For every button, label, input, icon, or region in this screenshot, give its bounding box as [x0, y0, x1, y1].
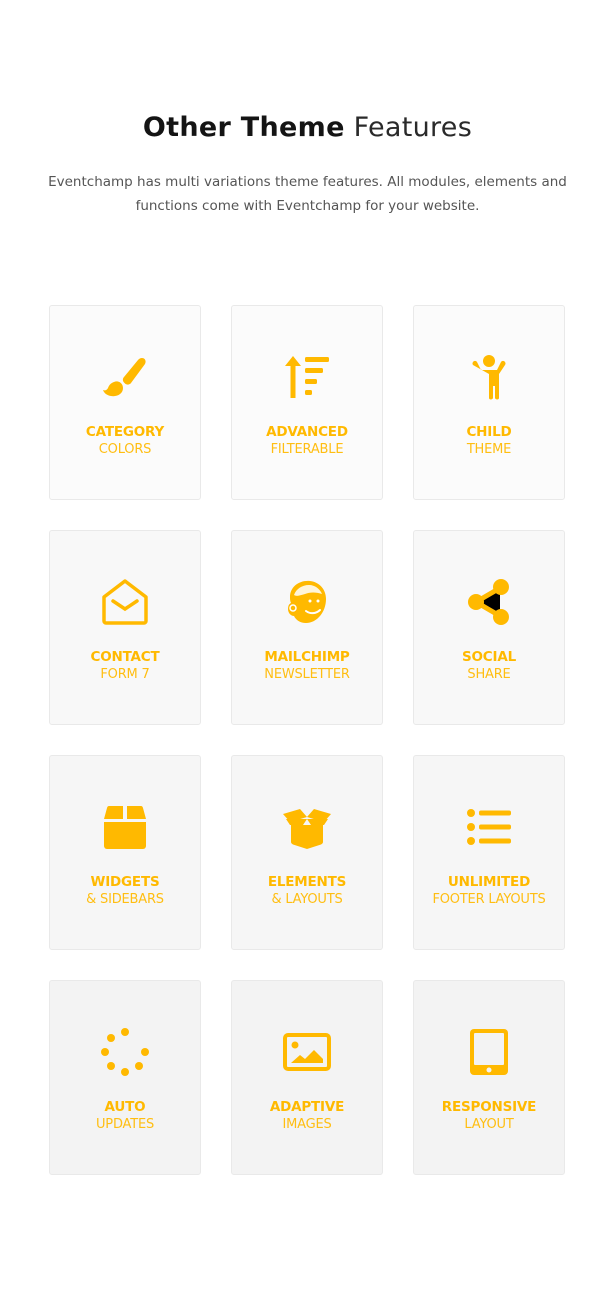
feature-subtitle: Images [282, 1117, 332, 1132]
feature-card-mailchimp-newsletter[interactable]: Mailchimp Newsletter [231, 530, 383, 725]
feature-subtitle: Form 7 [100, 667, 150, 682]
box-icon [100, 802, 150, 852]
title-light: Features [353, 112, 473, 143]
image-icon [282, 1027, 332, 1077]
feature-subtitle: Filterable [270, 442, 344, 457]
box-open-icon [282, 802, 332, 852]
feature-card-widgets-sidebars[interactable]: Widgets & Sidebars [49, 755, 201, 950]
features-grid: Category Colors Advanced Filterable Chil… [49, 305, 565, 1175]
feature-title: Responsive [441, 1099, 537, 1115]
feature-title: Child [466, 424, 512, 440]
feature-title: Unlimited [447, 874, 531, 890]
feature-card-child-theme[interactable]: Child Theme [413, 305, 565, 500]
feature-title: Advanced [266, 424, 348, 440]
paint-brush-icon [100, 352, 150, 402]
feature-card-category-colors[interactable]: Category Colors [49, 305, 201, 500]
feature-subtitle: Footer Layouts [432, 892, 546, 907]
subtitle-line-2: functions come with Eventchamp for your … [135, 198, 480, 214]
feature-title: Adaptive [269, 1099, 345, 1115]
feature-subtitle: Theme [466, 442, 512, 457]
feature-subtitle: Colors [98, 442, 152, 457]
feature-subtitle: Share [467, 667, 511, 682]
page-title: Other Theme Features [0, 112, 615, 143]
feature-card-auto-updates[interactable]: Auto Updates [49, 980, 201, 1175]
subtitle-line-1: Eventchamp has multi variations theme fe… [48, 174, 567, 190]
feature-title: Category [85, 424, 165, 440]
child-icon [464, 352, 514, 402]
sort-filter-icon [282, 352, 332, 402]
feature-subtitle: Newsletter [264, 667, 350, 682]
feature-title: Elements [267, 874, 347, 890]
feature-subtitle: Updates [95, 1117, 155, 1132]
feature-card-responsive-layout[interactable]: Responsive Layout [413, 980, 565, 1175]
feature-title: Social [462, 649, 516, 665]
mailchimp-icon [282, 577, 332, 627]
tablet-icon [464, 1027, 514, 1077]
spinner-icon [100, 1027, 150, 1077]
page-subtitle: Eventchamp has multi variations theme fe… [20, 170, 595, 218]
feature-card-elements-layouts[interactable]: Elements & Layouts [231, 755, 383, 950]
title-bold: Other Theme [142, 112, 345, 143]
feature-card-adaptive-images[interactable]: Adaptive Images [231, 980, 383, 1175]
envelope-open-icon [100, 577, 150, 627]
feature-card-advanced-filterable[interactable]: Advanced Filterable [231, 305, 383, 500]
feature-title: Contact [90, 649, 160, 665]
feature-title: Mailchimp [264, 649, 350, 665]
feature-title: Widgets [90, 874, 160, 890]
feature-subtitle: Layout [464, 1117, 514, 1132]
feature-card-contact-form[interactable]: Contact Form 7 [49, 530, 201, 725]
list-icon [464, 802, 514, 852]
feature-card-social-share[interactable]: Social Share [413, 530, 565, 725]
feature-subtitle: & Sidebars [86, 892, 164, 907]
share-icon [464, 577, 514, 627]
feature-title: Auto [104, 1099, 146, 1115]
feature-subtitle: & Layouts [271, 892, 343, 907]
feature-card-unlimited-footer-layouts[interactable]: Unlimited Footer Layouts [413, 755, 565, 950]
